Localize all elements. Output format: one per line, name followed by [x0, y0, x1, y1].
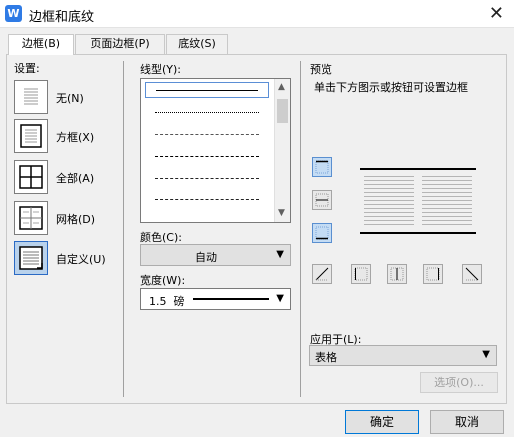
inside-vertical-border-button[interactable]	[387, 264, 407, 284]
divider	[123, 61, 124, 397]
setting-box[interactable]: 方框(X)	[14, 119, 118, 155]
all-borders-icon	[14, 160, 48, 194]
preview-text-left	[364, 176, 414, 228]
close-icon[interactable]: ✕	[489, 3, 504, 24]
preview-heading: 预览	[310, 63, 332, 76]
scroll-up-icon[interactable]: ▲	[278, 82, 285, 92]
setting-box-label: 方框(X)	[56, 131, 95, 144]
color-value: 自动	[195, 251, 217, 264]
setting-none-label: 无(N)	[56, 92, 84, 105]
apply-to-select[interactable]: 表格 ▼	[309, 345, 497, 366]
line-style-solid[interactable]	[145, 82, 269, 98]
dialog-title: 边框和底纹	[29, 10, 95, 25]
setting-grid[interactable]: 网格(D)	[14, 201, 118, 237]
preview-page[interactable]	[360, 168, 476, 234]
line-style-dash-dot-dot[interactable]	[145, 192, 269, 208]
scroll-down-icon[interactable]: ▼	[278, 208, 285, 218]
options-button[interactable]: 选项(O)...	[420, 372, 498, 393]
width-heading: 宽度(W):	[140, 274, 186, 287]
line-style-dashed[interactable]	[145, 149, 269, 165]
tab-borders[interactable]: 边框(B)	[8, 34, 74, 55]
custom-border-icon	[14, 241, 48, 275]
line-style-dotted[interactable]	[145, 105, 269, 121]
apply-to-value: 表格	[315, 351, 337, 364]
line-style-scrollbar[interactable]: ▲ ▼	[274, 79, 290, 222]
tab-page-border[interactable]: 页面边框(P)	[75, 34, 165, 54]
title-bar: W 边框和底纹 ✕	[0, 0, 514, 28]
setting-all[interactable]: 全部(A)	[14, 160, 118, 196]
line-style-list[interactable]: ▲ ▼	[140, 78, 291, 223]
color-select[interactable]: 自动 ▼	[140, 244, 291, 266]
grid-border-icon	[14, 201, 48, 235]
inside-horizontal-border-button[interactable]	[312, 190, 332, 210]
divider	[300, 61, 301, 397]
width-value: 1.5 磅	[149, 295, 185, 308]
wps-writer-icon: W	[5, 5, 22, 22]
setting-custom[interactable]: 自定义(U)	[14, 241, 118, 277]
line-style-heading: 线型(Y):	[140, 63, 182, 76]
color-heading: 颜色(C):	[140, 231, 182, 244]
line-style-fine-dash[interactable]	[145, 127, 269, 143]
tab-shading[interactable]: 底纹(S)	[166, 34, 228, 54]
box-border-icon	[14, 119, 48, 153]
scroll-thumb[interactable]	[277, 99, 288, 123]
cancel-button[interactable]: 取消	[430, 410, 504, 434]
preview-top-border	[360, 168, 476, 170]
setting-none[interactable]: 无(N)	[14, 80, 118, 116]
chevron-down-icon: ▼	[482, 349, 490, 360]
no-border-icon	[14, 80, 48, 114]
setting-grid-label: 网格(D)	[56, 213, 96, 226]
line-style-dash-dot[interactable]	[145, 171, 269, 187]
ok-button[interactable]: 确定	[345, 410, 419, 434]
bottom-border-button[interactable]	[312, 223, 332, 243]
width-select[interactable]: 1.5 磅 ▼	[140, 288, 291, 310]
right-border-button[interactable]	[423, 264, 443, 284]
chevron-down-icon: ▼	[276, 249, 284, 260]
setting-custom-label: 自定义(U)	[56, 253, 106, 266]
chevron-down-icon: ▼	[276, 293, 284, 304]
left-border-button[interactable]	[351, 264, 371, 284]
settings-heading: 设置:	[14, 62, 40, 75]
diagonal-down-border-button[interactable]	[462, 264, 482, 284]
preview-text-right	[422, 176, 472, 228]
diagonal-up-border-button[interactable]	[312, 264, 332, 284]
preview-hint: 单击下方图示或按钮可设置边框	[314, 81, 468, 94]
preview-bottom-border	[360, 232, 476, 234]
width-line-sample	[193, 298, 269, 300]
top-border-button[interactable]	[312, 157, 332, 177]
setting-all-label: 全部(A)	[56, 172, 95, 185]
